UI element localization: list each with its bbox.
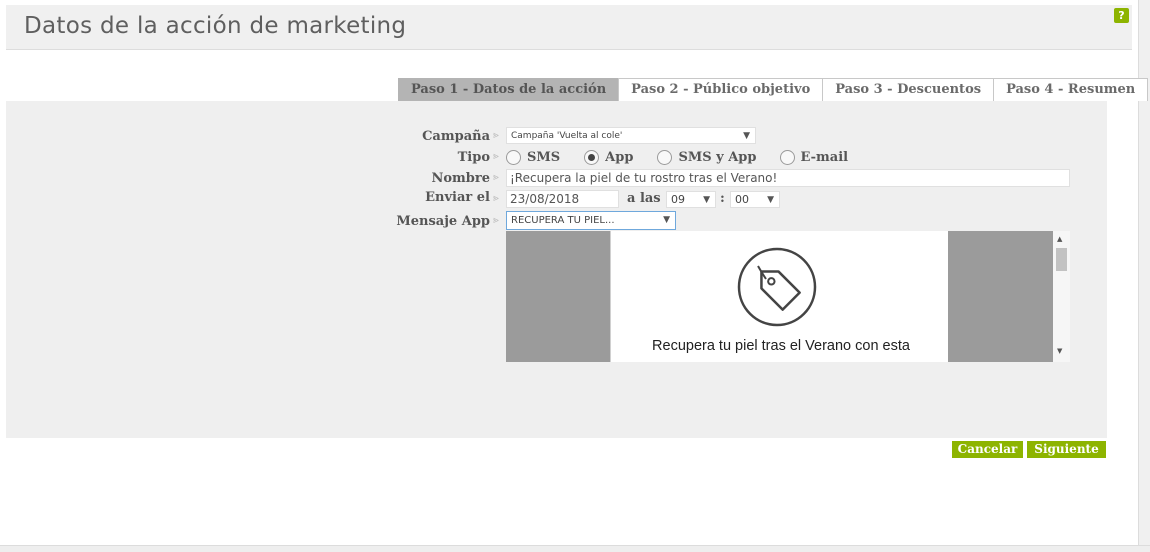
radio-email-circle[interactable] — [779, 149, 795, 165]
radio-email-label: E-mail — [800, 149, 849, 165]
radio-sms-label: SMS — [527, 149, 561, 165]
cancel-button[interactable]: Cancelar — [952, 441, 1023, 458]
radio-sms-app-circle[interactable] — [657, 149, 673, 165]
type-separator-icon: ⪢ — [493, 151, 499, 162]
time-separator: : — [720, 191, 725, 206]
scroll-thumb[interactable] — [1056, 248, 1067, 271]
app-message-select[interactable]: RECUPERA TU PIEL... ▼ — [506, 211, 676, 230]
preview-card: Recupera tu piel tras el Verano con esta — [610, 231, 950, 362]
chevron-down-icon: ▼ — [743, 131, 750, 141]
page-title: Datos de la acción de marketing — [24, 13, 407, 39]
chevron-down-icon: ▼ — [703, 195, 710, 205]
chevron-down-icon: ▼ — [767, 195, 774, 205]
type-label: Tipo — [457, 150, 490, 165]
radio-app-label: App — [605, 149, 634, 165]
tab-step-1[interactable]: Paso 1 - Datos de la acción — [398, 78, 620, 101]
app-message-select-value: RECUPERA TU PIEL... — [511, 215, 615, 226]
campaign-separator-icon: ⪢ — [493, 130, 499, 141]
campaign-select-value: Campaña 'Vuelta al cole' — [511, 131, 623, 141]
help-button[interactable]: ? — [1114, 8, 1129, 23]
radio-sms-app[interactable]: SMS y App — [657, 149, 757, 165]
send-date-input[interactable]: 23/08/2018 — [506, 190, 619, 208]
tab-step-2[interactable]: Paso 2 - Público objetivo — [618, 78, 824, 101]
window-frame-bottom — [0, 545, 1150, 552]
name-label: Nombre — [431, 171, 490, 186]
wizard-tabs: Paso 1 - Datos de la acción Paso 2 - Púb… — [398, 78, 1149, 101]
type-radio-group: SMS App SMS y App E-mail — [506, 148, 870, 166]
send-time-label: a las — [627, 191, 661, 206]
name-separator-icon: ⪢ — [493, 172, 499, 183]
app-message-preview: Recupera tu piel tras el Verano con esta… — [506, 231, 1070, 362]
radio-email[interactable]: E-mail — [779, 149, 849, 165]
app-message-separator-icon: ⪢ — [493, 215, 499, 226]
page-header: Datos de la acción de marketing — [6, 5, 1132, 50]
minute-select[interactable]: 00 ▼ — [730, 191, 780, 208]
preview-message-text: Recupera tu piel tras el Verano con esta — [652, 338, 910, 354]
send-separator-icon: ⪢ — [493, 193, 499, 204]
radio-app-circle[interactable] — [584, 149, 600, 165]
next-button[interactable]: Siguiente — [1027, 441, 1106, 458]
hour-select-value: 09 — [671, 193, 685, 206]
campaign-label: Campaña — [422, 129, 490, 144]
radio-sms-app-label: SMS y App — [678, 149, 757, 165]
preview-side-left — [506, 231, 610, 362]
scroll-down-icon[interactable]: ▼ — [1057, 347, 1062, 355]
name-input[interactable]: ¡Recupera la piel de tu rostro tras el V… — [506, 169, 1070, 187]
tab-step-4[interactable]: Paso 4 - Resumen — [993, 78, 1149, 101]
chevron-down-icon: ▼ — [663, 215, 670, 225]
tab-step-3[interactable]: Paso 3 - Descuentos — [822, 78, 995, 101]
app-message-label: Mensaje App — [396, 214, 490, 229]
campaign-select[interactable]: Campaña 'Vuelta al cole' ▼ — [506, 127, 756, 144]
price-tag-icon — [737, 247, 817, 327]
preview-side-right — [948, 231, 1053, 362]
radio-app[interactable]: App — [584, 149, 634, 165]
radio-sms-circle[interactable] — [506, 149, 521, 165]
scroll-up-icon[interactable]: ▲ — [1057, 235, 1062, 243]
preview-scrollbar[interactable]: ▲ ▼ — [1053, 231, 1070, 362]
radio-sms[interactable]: SMS — [506, 149, 561, 165]
hour-select[interactable]: 09 ▼ — [666, 191, 716, 208]
minute-select-value: 00 — [735, 193, 749, 206]
send-date-label: Enviar el — [425, 190, 490, 205]
